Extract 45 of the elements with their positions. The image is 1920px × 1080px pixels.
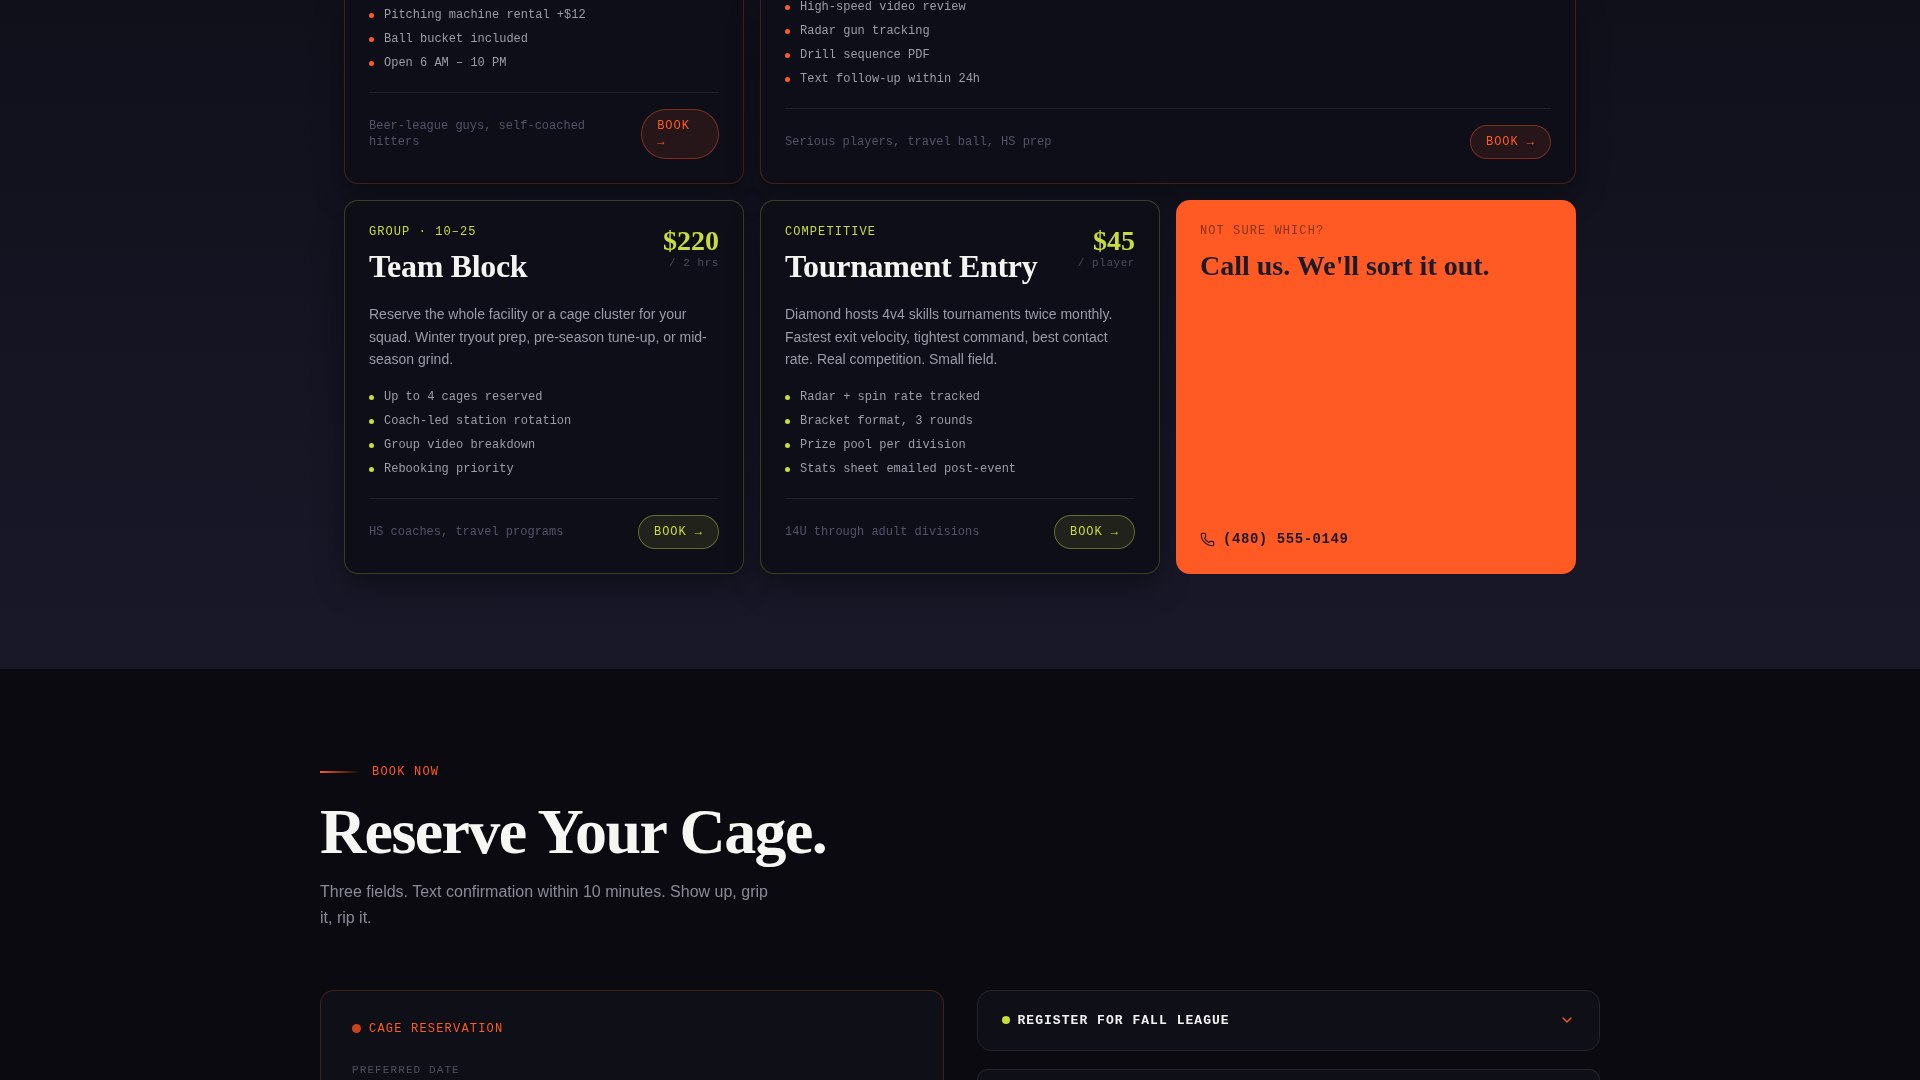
- plan-title: Tournament Entry: [785, 249, 1038, 285]
- feature-text: Prize pool per division: [800, 438, 966, 453]
- audience-text: 14U through adult divisions: [785, 524, 980, 541]
- accordion-item[interactable]: REGISTER FOR FALL LEAGUE: [976, 989, 1600, 1051]
- feature-text: Group video breakdown: [384, 438, 536, 453]
- audience-text: Beer-league guys, self-coached hitters: [369, 118, 587, 150]
- callout-title: Call us. We'll sort it out.: [1200, 249, 1491, 283]
- plan-category: GROUP · 10–25: [369, 224, 478, 240]
- section-label: BOOK NOW: [372, 764, 440, 781]
- feature-text: Radar gun tracking: [800, 24, 930, 38]
- status-dot-icon: [352, 1024, 361, 1034]
- audience-text: Serious players, travel ball, HS prep: [785, 134, 1052, 150]
- feature-text: Bracket format, 3 rounds: [800, 414, 973, 429]
- plan-description: Reserve the whole facility or a cage cluster for your squad. Winter tryout prep, pre-season tune-up, or mid-season grind.: [369, 305, 708, 369]
- plan-category: COMPETITIVE: [785, 224, 878, 240]
- section-heading: Reserve Your Cage.: [320, 800, 828, 865]
- phone-link[interactable]: (480) 555-0149: [1200, 530, 1349, 549]
- accordion-item[interactable]: [976, 1068, 1600, 1080]
- feature-text: Stats sheet emailed post-event: [800, 462, 1017, 477]
- feature-text: Pitching machine rental +$12: [384, 8, 586, 22]
- feature-text: Open 6 AM – 10 PM: [384, 56, 507, 70]
- section-subtitle: Three fields. Text confirmation within 10 minutes. Show up, grip it, rip it.: [320, 882, 769, 928]
- price-unit: / player: [1077, 256, 1135, 270]
- feature-text: Text follow-up within 24h: [800, 72, 981, 86]
- feature-text: Rebooking priority: [384, 462, 514, 477]
- field-label: PREFERRED DATE: [352, 1062, 460, 1077]
- price-text: $45: [1093, 226, 1135, 256]
- price-unit: / 2 hrs: [668, 256, 719, 270]
- plan-description: Diamond hosts 4v4 skills tournaments twice monthly. Fastest exit velocity, tightest command, best contact rate. Real competition. Small field.: [785, 305, 1114, 369]
- book-button[interactable]: BOOK →: [1054, 515, 1135, 550]
- plan-title: Team Block: [369, 249, 528, 285]
- book-button[interactable]: BOOK →: [641, 109, 719, 159]
- feature-text: High-speed video review: [800, 0, 966, 14]
- book-button[interactable]: BOOK →: [638, 515, 719, 550]
- callout-label: NOT SURE WHICH?: [1200, 223, 1326, 239]
- book-button[interactable]: BOOK →: [1470, 125, 1551, 159]
- feature-text: Up to 4 cages reserved: [384, 390, 543, 405]
- form-title: CAGE RESERVATION: [369, 1020, 504, 1037]
- feature-text: Radar + spin rate tracked: [800, 390, 981, 405]
- feature-text: Ball bucket included: [384, 32, 529, 46]
- feature-text: Drill sequence PDF: [800, 48, 930, 62]
- feature-text: Coach-led station rotation: [384, 414, 572, 429]
- audience-text: HS coaches, travel programs: [369, 524, 564, 541]
- phone-icon: [1200, 531, 1215, 547]
- price-text: $220: [663, 226, 719, 256]
